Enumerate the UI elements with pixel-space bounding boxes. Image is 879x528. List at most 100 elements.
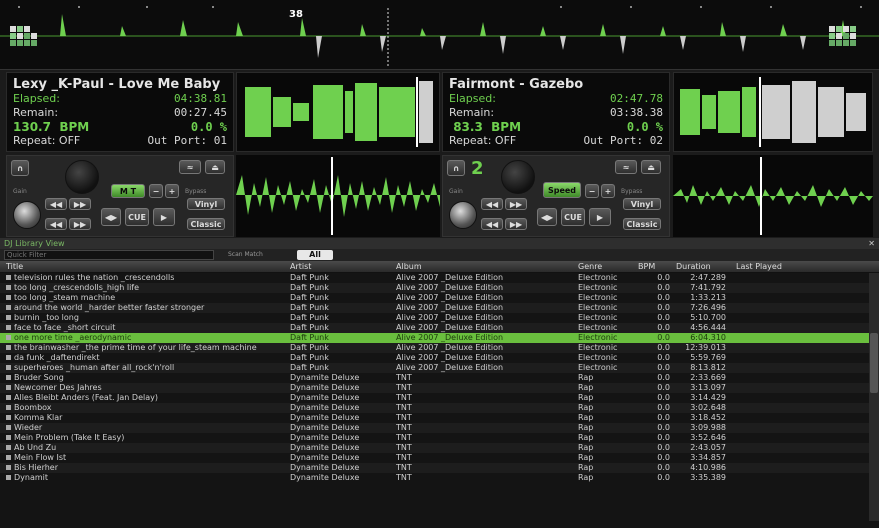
- table-row[interactable]: Newcomer Des Jahres Dynamite Deluxe TNT Rap…: [0, 383, 879, 393]
- cell-dur: 8:13.812: [690, 363, 726, 372]
- deck2-fx-button[interactable]: ≈: [615, 160, 637, 174]
- table-row[interactable]: Bis Hierher Dynamite Deluxe TNT Rap 0.0 4:10.…: [0, 463, 879, 473]
- deck2-pitch-knob[interactable]: [501, 160, 535, 194]
- deck1-pitch-knob[interactable]: [65, 160, 99, 194]
- table-header: Title Artist Album Genre BPM Duration La…: [0, 261, 879, 273]
- deck1-play-button[interactable]: ▶: [153, 208, 175, 226]
- deck1-track-title: Lexy _K-Paul - Love Me Baby: [13, 77, 221, 92]
- cell-dur: 3:02.648: [690, 403, 726, 412]
- cell-artist: Dynamite Deluxe: [290, 463, 360, 472]
- table-row[interactable]: Mein Problem (Take It Easy) Dynamite Delu…: [0, 433, 879, 443]
- deck2-pitch-down-button[interactable]: −: [585, 184, 599, 198]
- table-row[interactable]: burnin _too long Daft Punk Alive 2007 _Del…: [0, 313, 879, 323]
- deck2-pitch-value: 0.0 %: [626, 120, 663, 134]
- table-row[interactable]: Ab Und Zu Dynamite Deluxe TNT Rap 0.0 2:43.05…: [0, 443, 879, 453]
- scan-match-toggle[interactable]: Scan Match: [228, 250, 288, 260]
- search-input[interactable]: [4, 250, 214, 260]
- deck2-vinyl-button[interactable]: Vinyl: [623, 198, 661, 210]
- deck2-play-button[interactable]: ▶: [589, 208, 611, 226]
- deck2-skip-forward-button[interactable]: ▶▶: [505, 218, 527, 230]
- table-row[interactable]: too long _steam machine Daft Punk Alive 20…: [0, 293, 879, 303]
- deck1-pitch-down-button[interactable]: −: [149, 184, 163, 198]
- deck1-pitch-up-button[interactable]: +: [165, 184, 179, 198]
- deck1-prev-button[interactable]: ◀▶: [101, 208, 121, 226]
- deck1-repeat-status[interactable]: Repeat: OFF: [13, 134, 80, 148]
- table-row[interactable]: around the world _harder better faster s…: [0, 303, 879, 313]
- deck1-rewind-button[interactable]: ◀◀: [45, 198, 67, 210]
- table-row[interactable]: one more time _aerodynamic Daft Punk Alive…: [0, 333, 879, 343]
- cell-dur: 5:59.769: [690, 353, 726, 362]
- col-album[interactable]: Album: [396, 262, 422, 271]
- track-overview[interactable]: 38: [0, 0, 879, 70]
- deck2-classic-button[interactable]: Classic: [623, 218, 661, 230]
- table-row[interactable]: Dynamit Dynamite Deluxe TNT Rap 0.0 3:35.389: [0, 473, 879, 483]
- cell-dur: 3:14.429: [690, 393, 726, 402]
- deck2-rewind-button[interactable]: ◀◀: [481, 198, 503, 210]
- deck2-speed-button[interactable]: Speed: [543, 182, 581, 198]
- table-row[interactable]: Komma Klar Dynamite Deluxe TNT Rap 0.0 3:18.4…: [0, 413, 879, 423]
- deck2-gain-knob[interactable]: [449, 201, 477, 229]
- table-row[interactable]: Boombox Dynamite Deluxe TNT Rap 0.0 3:02.648: [0, 403, 879, 413]
- col-duration[interactable]: Duration: [676, 262, 711, 271]
- cell-genre: Rap: [578, 423, 594, 432]
- col-genre[interactable]: Genre: [578, 262, 602, 271]
- deck1-waveform-zoom[interactable]: [236, 72, 440, 152]
- cell-bpm: 0.0: [657, 413, 670, 422]
- col-title[interactable]: Title: [6, 262, 23, 271]
- col-bpm[interactable]: BPM: [638, 262, 655, 271]
- cell-title: superheroes _human after all_rock'n'roll: [6, 363, 286, 373]
- deck2-forward-button[interactable]: ▶▶: [505, 198, 527, 210]
- table-row[interactable]: Wieder Dynamite Deluxe TNT Rap 0.0 3:09.988: [0, 423, 879, 433]
- cell-artist: Dynamite Deluxe: [290, 423, 360, 432]
- cell-album: TNT: [396, 393, 412, 402]
- deck1-sync-button[interactable]: M T: [111, 184, 145, 198]
- deck2-headphones-button[interactable]: ∩: [447, 160, 465, 176]
- cell-bpm: 0.0: [657, 383, 670, 392]
- deck1-classic-button[interactable]: Classic: [187, 218, 225, 230]
- deck2-waveform-scroll[interactable]: [673, 155, 873, 237]
- col-artist[interactable]: Artist: [290, 262, 311, 271]
- cell-artist: Daft Punk: [290, 283, 329, 292]
- deck1-cue-button[interactable]: CUE: [125, 208, 149, 226]
- cell-title: the brainwasher _the prime time of your …: [6, 343, 286, 353]
- table-row[interactable]: too long _crescendolls_high life Daft Pun…: [0, 283, 879, 293]
- table-row[interactable]: Mein Flow Ist Dynamite Deluxe TNT Rap 0.0 3:3…: [0, 453, 879, 463]
- close-icon[interactable]: ✕: [868, 238, 875, 249]
- cell-bpm: 0.0: [657, 403, 670, 412]
- deck2-repeat-status[interactable]: Repeat: OFF: [449, 134, 516, 148]
- all-filter-button[interactable]: All: [297, 250, 333, 260]
- cell-artist: Dynamite Deluxe: [290, 473, 360, 482]
- deck1-eject-button[interactable]: ⏏: [205, 160, 225, 174]
- deck2-cue-button[interactable]: CUE: [561, 208, 585, 226]
- table-row[interactable]: Bruder Song Dynamite Deluxe TNT Rap 0.0 2:33.…: [0, 373, 879, 383]
- cell-album: Alive 2007 _Deluxe Edition: [396, 313, 504, 322]
- table-row[interactable]: da funk _daftendirekt Daft Punk Alive 2007…: [0, 353, 879, 363]
- table-row[interactable]: superheroes _human after all_rock'n'roll…: [0, 363, 879, 373]
- deck2-prev-button[interactable]: ◀▶: [537, 208, 557, 226]
- cell-dur: 12:39.013: [685, 343, 726, 352]
- cell-dur: 7:41.792: [690, 283, 726, 292]
- cell-album: Alive 2007 _Deluxe Edition: [396, 353, 504, 362]
- deck1-skip-forward-button[interactable]: ▶▶: [69, 218, 91, 230]
- table-row[interactable]: television rules the nation _crescendoll…: [0, 273, 879, 283]
- table-row[interactable]: Alles Bleibt Anders (Feat. Jan Delay) Dyn…: [0, 393, 879, 403]
- deck1-skip-back-button[interactable]: ◀◀: [45, 218, 67, 230]
- deck1-vinyl-button[interactable]: Vinyl: [187, 198, 225, 210]
- deck1-forward-button[interactable]: ▶▶: [69, 198, 91, 210]
- play-icon: ▶: [160, 212, 168, 222]
- table-row[interactable]: the brainwasher _the prime time of your …: [0, 343, 879, 353]
- deck2-waveform-zoom[interactable]: [673, 72, 873, 152]
- deck2-skip-back-button[interactable]: ◀◀: [481, 218, 503, 230]
- cell-bpm: 0.0: [657, 433, 670, 442]
- deck1-fx-button[interactable]: ≈: [179, 160, 201, 174]
- deck1-headphones-button[interactable]: ∩: [11, 160, 29, 176]
- library-scrollbar[interactable]: [869, 273, 879, 521]
- col-last-played[interactable]: Last Played: [736, 262, 782, 271]
- deck2-eject-button[interactable]: ⏏: [641, 160, 661, 174]
- table-row[interactable]: face to face _short circuit Daft Punk Aliv…: [0, 323, 879, 333]
- scrollbar-thumb[interactable]: [870, 333, 878, 393]
- deck1-gain-knob[interactable]: [13, 201, 41, 229]
- overview-waveform: [0, 6, 879, 66]
- deck2-pitch-up-button[interactable]: +: [601, 184, 615, 198]
- deck1-waveform-scroll[interactable]: [236, 155, 440, 237]
